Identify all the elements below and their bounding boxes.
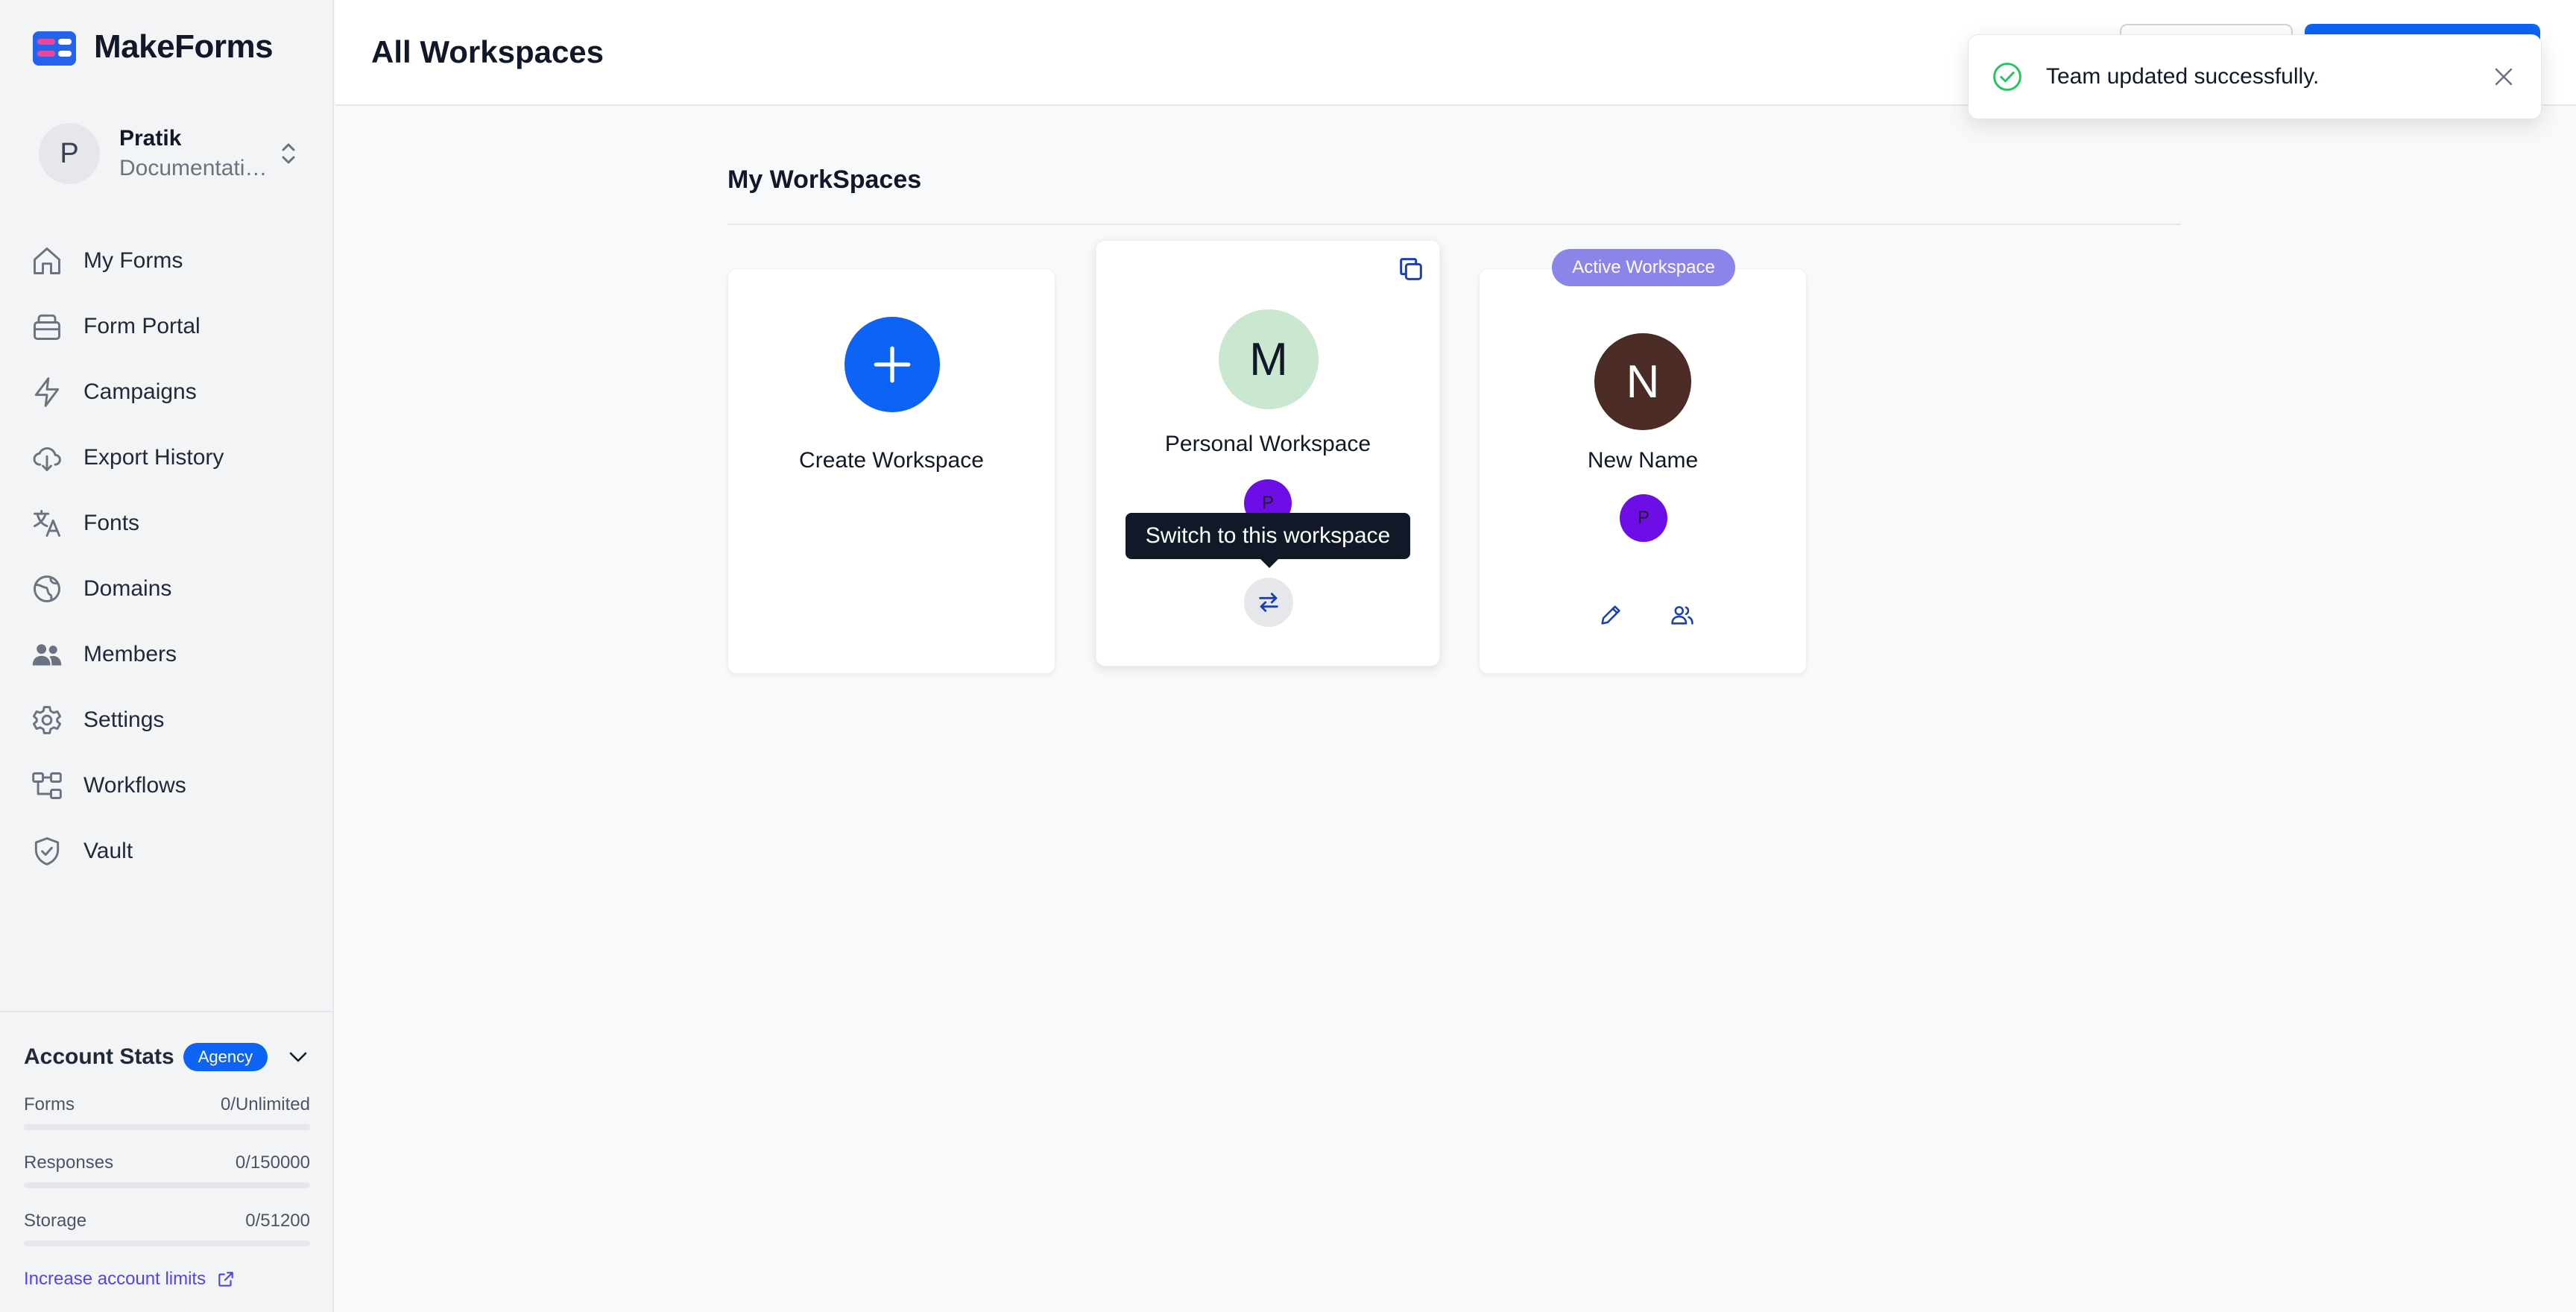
cloud-download-icon (27, 438, 67, 478)
makeforms-logo-icon (33, 27, 79, 67)
toast-close-button[interactable] (2489, 62, 2519, 92)
section-divider (727, 224, 2181, 225)
app-logo[interactable]: MakeForms (33, 27, 274, 67)
sidebar-item-label: Members (83, 642, 177, 666)
stat-value: 0/51200 (245, 1211, 310, 1231)
sidebar-item-fonts[interactable]: Fonts (27, 491, 310, 556)
sidebar-item-label: Campaigns (83, 379, 197, 404)
sidebar-item-export-history[interactable]: Export History (27, 425, 310, 491)
sidebar-item-label: Export History (83, 445, 224, 470)
active-workspace-badge: Active Workspace (1552, 249, 1735, 286)
edit-workspace-button[interactable] (1594, 599, 1627, 631)
sidebar-item-label: Workflows (83, 773, 186, 798)
sidebar-item-members[interactable]: Members (27, 622, 310, 687)
stat-label: Storage (24, 1211, 87, 1231)
translate-icon (27, 503, 67, 543)
stat-forms: Forms 0/Unlimited (24, 1094, 310, 1130)
stat-value: 0/Unlimited (220, 1094, 310, 1114)
section-title: My WorkSpaces (727, 165, 922, 194)
home-icon (27, 241, 67, 281)
shield-icon (27, 831, 67, 871)
user-avatar: P (39, 123, 100, 184)
stat-progress-bar (24, 1240, 310, 1246)
check-circle-icon (1993, 63, 2021, 91)
workspace-switcher[interactable]: P Pratik Documentation (39, 122, 300, 185)
member-avatar: P (1620, 494, 1667, 542)
chevron-down-icon[interactable] (286, 1045, 310, 1069)
users-icon (27, 634, 67, 675)
stat-label: Forms (24, 1094, 75, 1114)
sidebar-item-campaigns[interactable]: Campaigns (27, 359, 310, 425)
account-stats: Account Stats Agency Forms 0/Unlimited Re… (0, 1011, 334, 1312)
chevron-up-down-icon (282, 143, 295, 164)
pencil-icon (1601, 605, 1620, 625)
workspace-name: New Name (1587, 448, 1699, 473)
sidebar: MakeForms P Pratik Documentation My Form… (0, 0, 334, 1312)
sidebar-item-label: Settings (83, 707, 165, 732)
sidebar-item-label: Form Portal (83, 314, 201, 338)
stat-storage: Storage 0/51200 (24, 1211, 310, 1246)
workspace-avatar: M (1219, 309, 1319, 409)
increase-limits-link[interactable]: Increase account limits (24, 1269, 310, 1290)
stat-progress-bar (24, 1124, 310, 1130)
sidebar-item-form-portal[interactable]: Form Portal (27, 294, 310, 359)
sidebar-item-domains[interactable]: Domains (27, 556, 310, 622)
sidebar-nav: My Forms Form Portal Campaigns Export Hi… (27, 228, 310, 884)
workspace-avatar: N (1594, 333, 1691, 430)
swap-arrows-icon (1259, 593, 1278, 612)
globe-icon (27, 569, 67, 609)
user-org: Documentation (119, 156, 268, 180)
gear-icon (27, 700, 67, 740)
stat-value: 0/150000 (235, 1152, 310, 1173)
workflow-icon (27, 766, 67, 806)
sidebar-item-workflows[interactable]: Workflows (27, 753, 310, 819)
page-title: All Workspaces (371, 34, 604, 69)
switch-workspace-tooltip: Switch to this workspace (1126, 513, 1410, 568)
lightning-icon (27, 372, 67, 412)
sidebar-item-label: My Forms (83, 248, 183, 273)
sidebar-item-label: Fonts (83, 511, 140, 535)
sidebar-item-my-forms[interactable]: My Forms (27, 228, 310, 294)
account-stats-title: Account Stats (24, 1044, 174, 1069)
stat-responses: Responses 0/150000 (24, 1152, 310, 1188)
plus-icon (874, 346, 911, 383)
create-workspace-button[interactable] (845, 317, 940, 412)
close-icon (2495, 68, 2513, 86)
sidebar-item-vault[interactable]: Vault (27, 819, 310, 884)
portal-icon (27, 306, 67, 347)
success-toast: Team updated successfully. (1968, 34, 2542, 119)
plan-badge: Agency (183, 1043, 268, 1071)
sidebar-item-label: Vault (83, 839, 133, 863)
stat-label: Responses (24, 1152, 114, 1173)
increase-limits-label: Increase account limits (24, 1269, 206, 1289)
stat-progress-bar (24, 1182, 310, 1188)
sidebar-item-settings[interactable]: Settings (27, 687, 310, 753)
app-name: MakeForms (94, 28, 274, 65)
sidebar-item-label: Domains (83, 576, 172, 601)
user-name: Pratik (119, 126, 182, 151)
workspace-name: Personal Workspace (1164, 432, 1371, 456)
switch-workspace-button[interactable] (1244, 578, 1293, 627)
external-link-icon (218, 1272, 233, 1287)
user-group-icon (1671, 606, 1693, 625)
create-workspace-label: Create Workspace (799, 448, 984, 473)
copy-icon[interactable] (1396, 254, 1426, 284)
workspace-card-personal[interactable]: M Personal Workspace P (1096, 240, 1440, 666)
manage-members-button[interactable] (1666, 599, 1699, 631)
toast-message: Team updated successfully. (2046, 64, 2320, 89)
create-workspace-card[interactable]: Create Workspace (727, 268, 1055, 674)
workspace-card-active[interactable]: N New Name P (1479, 268, 1807, 674)
